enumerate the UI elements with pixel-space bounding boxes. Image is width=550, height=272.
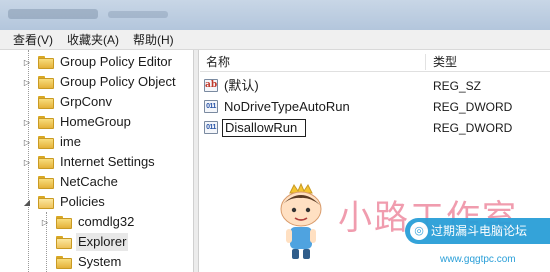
forum-logo-icon: ◎	[410, 222, 428, 240]
value-name: (默认)	[224, 78, 259, 93]
rename-input[interactable]: DisallowRun	[222, 119, 306, 137]
tree-item-label: Group Policy Object	[60, 74, 176, 89]
tree-item-group-policy-editor[interactable]: ▷ Group Policy Editor	[22, 52, 174, 72]
expand-arrow-icon	[22, 97, 32, 107]
value-type: REG_SZ	[433, 79, 482, 93]
tree-item-label: GrpConv	[60, 94, 113, 109]
value-type: REG_DWORD	[433, 121, 513, 135]
reg-dword-icon: 011	[204, 121, 218, 134]
folder-icon	[56, 215, 72, 229]
folder-icon	[38, 135, 54, 149]
expand-arrow-icon[interactable]: ▷	[22, 137, 32, 147]
tree-item-label: Group Policy Editor	[60, 54, 172, 69]
tree-item-label: Policies	[60, 194, 105, 209]
forum-badge-text: 过期漏斗电脑论坛	[431, 224, 528, 238]
column-divider[interactable]	[425, 54, 426, 70]
expand-arrow-icon[interactable]: ▷	[22, 117, 32, 127]
list-header: 名称 类型	[200, 52, 550, 72]
tree-item-system[interactable]: System	[40, 252, 123, 272]
registry-key-tree: ▷ Group Policy Editor ▷ Group Policy Obj…	[0, 50, 193, 272]
value-row-disallowrun[interactable]: 011 DisallowRun REG_DWORD	[200, 118, 550, 138]
tree-item-label: Internet Settings	[60, 154, 155, 169]
column-header-type[interactable]: 类型	[433, 52, 457, 72]
tree-item-group-policy-object[interactable]: ▷ Group Policy Object	[22, 72, 178, 92]
forum-badge: ◎ 过期漏斗电脑论坛	[405, 218, 550, 244]
menu-view[interactable]: 查看(V)	[6, 31, 60, 49]
folder-icon	[38, 175, 54, 189]
tree-item-grpconv[interactable]: GrpConv	[22, 92, 114, 112]
folder-icon	[38, 75, 54, 89]
menu-bar: 查看(V) 收藏夹(A) 帮助(H)	[0, 30, 550, 50]
folder-icon	[38, 115, 54, 129]
tree-item-policies[interactable]: ◢ Policies	[22, 192, 107, 212]
folder-icon	[38, 155, 54, 169]
expand-arrow-icon[interactable]: ▷	[22, 57, 32, 67]
expand-arrow-icon[interactable]: ▷	[40, 217, 50, 227]
value-name: NoDriveTypeAutoRun	[224, 99, 350, 114]
tree-item-homegroup[interactable]: ▷ HomeGroup	[22, 112, 133, 132]
mascot-watermark-icon	[280, 183, 322, 259]
tree-item-netcache[interactable]: NetCache	[22, 172, 120, 192]
tree-item-explorer[interactable]: Explorer	[40, 232, 129, 252]
folder-icon	[38, 55, 54, 69]
tree-item-internet-settings[interactable]: ▷ Internet Settings	[22, 152, 157, 172]
watermark-url: www.gqgtpc.com	[440, 254, 516, 265]
folder-open-icon	[56, 235, 72, 249]
value-row-nodrivetypeautorun[interactable]: 011 NoDriveTypeAutoRun REG_DWORD	[200, 97, 550, 117]
folder-open-icon	[38, 195, 54, 209]
expand-arrow-icon[interactable]: ▷	[22, 77, 32, 87]
tree-item-label: Explorer	[76, 233, 129, 251]
tree-item-label: HomeGroup	[60, 114, 131, 129]
collapse-arrow-icon[interactable]: ◢	[22, 197, 32, 207]
tree-item-label: NetCache	[60, 174, 118, 189]
reg-dword-icon: 011	[204, 100, 218, 113]
column-header-name[interactable]: 名称	[206, 52, 230, 72]
tree-item-label: ime	[60, 134, 81, 149]
reg-sz-icon: ab	[204, 79, 218, 92]
expand-arrow-icon	[40, 237, 50, 247]
menu-help[interactable]: 帮助(H)	[126, 31, 181, 49]
tree-item-label: System	[78, 254, 122, 269]
tree-scrollbar[interactable]	[193, 50, 199, 272]
blurred-title-text	[8, 9, 98, 19]
expand-arrow-icon	[22, 177, 32, 187]
tree-item-label: comdlg32	[78, 214, 135, 229]
tree-item-ime[interactable]: ▷ ime	[22, 132, 83, 152]
expand-arrow-icon[interactable]: ▷	[22, 157, 32, 167]
blurred-title-text-secondary	[108, 11, 168, 18]
value-row-default[interactable]: ab (默认) REG_SZ	[200, 76, 550, 96]
title-bar	[0, 0, 550, 30]
tree-item-comdlg32[interactable]: ▷ comdlg32	[40, 212, 136, 232]
expand-arrow-icon	[40, 257, 50, 267]
folder-icon	[38, 95, 54, 109]
value-type: REG_DWORD	[433, 100, 513, 114]
folder-icon	[56, 255, 72, 269]
menu-favorites[interactable]: 收藏夹(A)	[60, 31, 126, 49]
